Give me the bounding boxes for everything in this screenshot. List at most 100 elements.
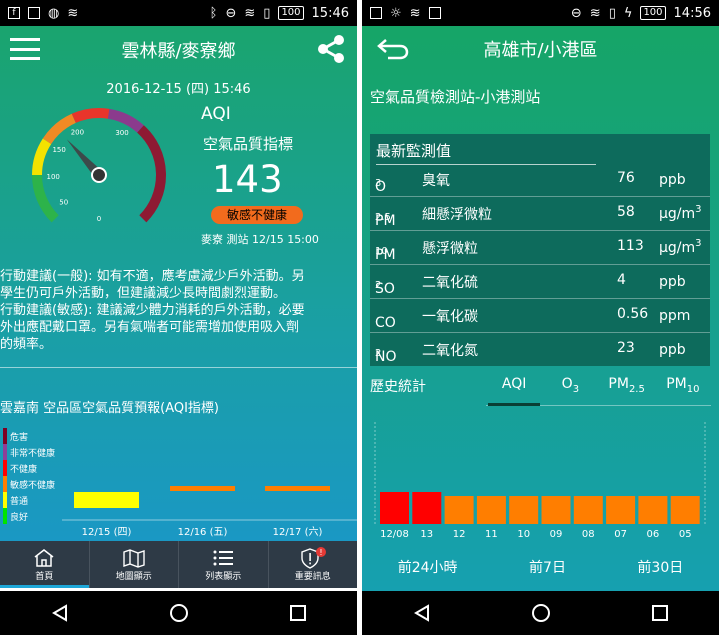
history-tab-label: AQI — [501, 376, 527, 392]
pollutant-name: 懸浮微粒 — [422, 241, 478, 257]
image-icon — [370, 7, 382, 19]
history-bar — [509, 496, 539, 524]
pollutant-symbol: NO 2 — [375, 340, 397, 365]
right-screen: ☼ ≋ ⊖ ≋ ▯ ϟ 100 14:56 高雄市/小港區 空氣品質檢測站-小港… — [362, 0, 719, 635]
gauge-tick-label: 50 — [59, 199, 68, 207]
wifi-signal-icon: ≋ — [244, 5, 256, 21]
pollutant-symbol: SO 2 — [375, 272, 395, 297]
status-time: 14:56 — [673, 5, 711, 21]
tab-alerts[interactable]: ! 重要訊息 — [269, 541, 358, 588]
sim-icon: ▯ — [263, 5, 271, 21]
aqi-label: AQI — [201, 104, 231, 124]
recents-nav-icon[interactable] — [286, 601, 310, 625]
legend-label: 敏感不健康 — [10, 479, 55, 491]
pollutant-unit: μg/m3 — [659, 238, 702, 256]
home-nav-icon[interactable] — [529, 601, 553, 625]
pollutant-value: 23 — [617, 340, 635, 356]
pollutant-unit-main: ppm — [659, 308, 691, 324]
history-date-label: 08 — [582, 529, 595, 540]
share-icon[interactable] — [315, 33, 347, 65]
image-icon — [28, 7, 40, 19]
pollutant-value: 113 — [617, 238, 644, 254]
pollutant-row: PM 2.5 細懸浮微粒 58 μg/m3 — [370, 195, 710, 231]
tab-list[interactable]: 列表顯示 — [179, 541, 269, 588]
history-chart: 12/08 13 12 11 10 09 08 07 06 05 — [374, 422, 706, 540]
pollutant-symbol-main: SO — [375, 281, 395, 297]
history-tab[interactable]: PM2.5 — [599, 374, 655, 405]
history-date-label: 09 — [550, 529, 563, 540]
legend-label: 非常不健康 — [10, 447, 55, 459]
history-tabs: AQI O3 PM2.5 PM10 — [486, 374, 711, 406]
tab-map[interactable]: 地圖顯示 — [90, 541, 179, 588]
status-bar: f ◍ ≋ ᛒ ⊖ ≋ ▯ 100 15:46 — [0, 0, 357, 26]
pollutant-symbol-main: O — [375, 179, 387, 195]
gauge-tick-label: 300 — [115, 129, 128, 137]
legend-label: 普通 — [10, 495, 28, 507]
legend-label: 危害 — [10, 431, 28, 443]
latest-readings-panel: 最新監測值 O 3 臭氧 76 ppb PM 2.5 細懸浮微粒 58 μg/m3 PM 10 懸浮微粒… — [370, 134, 710, 366]
gauge-tick-label: 100 — [46, 173, 59, 181]
list-icon — [212, 547, 234, 569]
history-tab-sub: 2.5 — [628, 384, 645, 395]
legend-label: 良好 — [10, 511, 28, 523]
history-label: 歷史統計 — [370, 379, 426, 395]
legend-swatch — [3, 492, 7, 508]
home-icon — [33, 547, 55, 569]
pollutant-name: 一氧化碳 — [422, 309, 478, 325]
battery-icon: 100 — [278, 6, 304, 20]
forecast-date: 12/15 (四) — [82, 527, 132, 538]
left-screen: f ◍ ≋ ᛒ ⊖ ≋ ▯ 100 15:46 雲林縣/麥寮鄉 2016-12-… — [0, 0, 357, 635]
page-title: 高雄市/小港區 — [483, 40, 598, 61]
history-tab[interactable]: PM10 — [655, 374, 711, 405]
pollutant-symbol: O3 — [375, 170, 386, 195]
tab-home[interactable]: 首頁 — [0, 541, 90, 588]
pollutant-row: CO 一氧化碳 0.56 ppm — [370, 297, 710, 333]
pollutant-symbol-main: NO — [375, 349, 397, 365]
advice-line: 外出應配戴口罩。另有氣喘者可能需增加使用吸入劑 — [0, 320, 300, 335]
pollutant-symbol-main: PM — [375, 213, 396, 229]
history-bar — [412, 492, 442, 524]
gauge-tick-label: 200 — [71, 128, 84, 136]
pollutant-row: NO 2 二氧化氮 23 ppb — [370, 331, 710, 367]
history-tab-label: O — [561, 376, 573, 392]
dnd-icon: ⊖ — [225, 5, 237, 21]
forecast-chart: 危害非常不健康不健康敏感不健康普通良好 12/15 (四) 12/16 (五) 12… — [3, 428, 357, 538]
tab-label: 重要訊息 — [294, 572, 331, 582]
pollutant-unit: ppb — [659, 170, 686, 188]
pollutant-name: 細懸浮微粒 — [422, 207, 492, 223]
recents-nav-icon[interactable] — [648, 601, 672, 625]
legend-swatch — [3, 428, 7, 444]
pollutant-name: 二氧化硫 — [422, 275, 478, 291]
tab-label: 列表顯示 — [205, 572, 242, 582]
range-7d[interactable]: 前7日 — [529, 557, 566, 577]
history-tab[interactable]: O3 — [542, 374, 598, 405]
range-30d[interactable]: 前30日 — [637, 557, 683, 577]
history-tab[interactable]: AQI — [486, 374, 542, 406]
forecast-bar — [170, 486, 235, 491]
gauge-hub — [91, 167, 107, 183]
back-nav-icon[interactable] — [48, 601, 72, 625]
pollutant-unit-sup: 3 — [695, 238, 702, 249]
gauge-arc-moderate — [32, 138, 52, 176]
pollutant-symbol: PM 2.5 — [375, 204, 396, 229]
history-date-label: 12 — [453, 529, 466, 540]
page-title: 雲林縣/麥寮鄉 — [121, 41, 236, 62]
history-date-label: 11 — [485, 529, 498, 540]
alert-shield-icon: ! — [299, 547, 327, 569]
history-bar — [444, 496, 474, 524]
map-icon — [122, 547, 146, 569]
battery-icon: 100 — [640, 6, 666, 20]
back-nav-icon[interactable] — [410, 601, 434, 625]
tab-label: 地圖顯示 — [115, 572, 152, 582]
charging-icon: ϟ — [623, 5, 633, 21]
forecast-date: 12/17 (六) — [273, 526, 323, 538]
range-24h[interactable]: 前24小時 — [398, 557, 458, 577]
range-selector: 前24小時 前7日 前30日 — [362, 542, 719, 591]
pollutant-value: 4 — [617, 272, 626, 288]
legend-label: 不健康 — [10, 463, 37, 475]
history-bar — [573, 496, 603, 524]
advice-text: 行動建議(一般): 如有不適，應考慮減少戶外活動。另 學生仍可戶外活動，但建議減… — [0, 268, 357, 353]
gauge-arc-very-unhealthy — [107, 108, 144, 133]
home-nav-icon[interactable] — [167, 601, 191, 625]
gauge-arc-good — [32, 174, 59, 223]
